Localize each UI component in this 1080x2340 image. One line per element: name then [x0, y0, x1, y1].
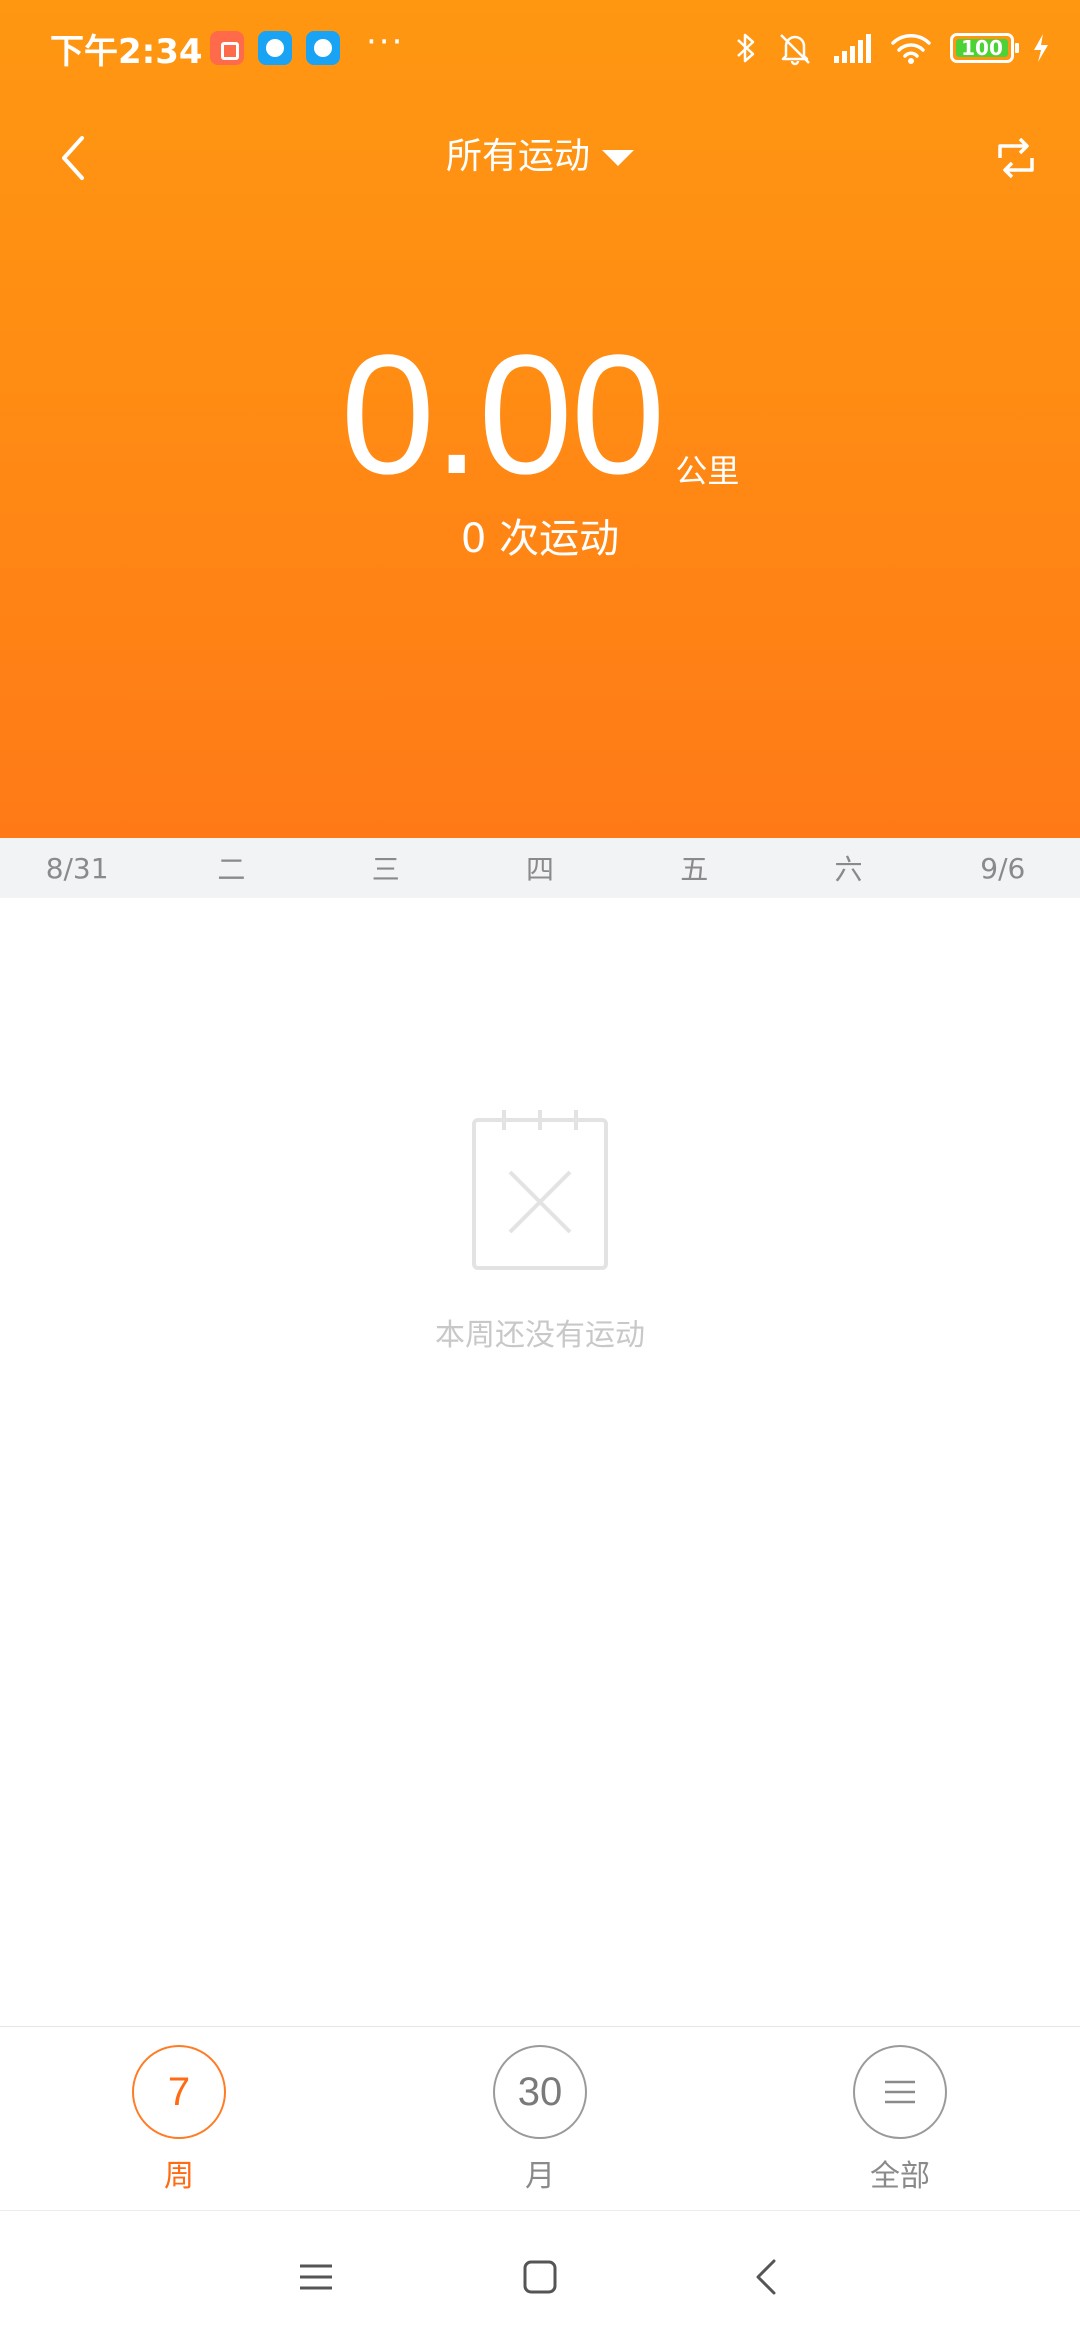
activity-type-dropdown[interactable]: 所有运动 [0, 132, 1080, 182]
menu-lines-icon [885, 2080, 915, 2104]
status-bar: 下午2:34 ··· 100 [0, 0, 1080, 96]
week-day[interactable]: 五 [617, 848, 771, 888]
week-day[interactable]: 六 [771, 848, 925, 888]
back-icon[interactable] [744, 2253, 792, 2301]
week-day[interactable]: 四 [463, 848, 617, 888]
battery-level: 100 [961, 36, 1003, 60]
chat-icon [258, 31, 292, 65]
tab-week-label: 周 [164, 2159, 194, 2194]
chat-icon [306, 31, 340, 65]
activity-type-label: 所有运动 [445, 136, 590, 177]
tab-week-badge: 7 [132, 2045, 226, 2139]
week-day[interactable]: 9/6 [926, 852, 1080, 885]
caret-down-icon [602, 150, 634, 166]
distance-unit: 公里 [675, 452, 740, 490]
week-day[interactable]: 二 [154, 848, 308, 888]
battery-icon: 100 [950, 33, 1019, 63]
tab-all-label: 全部 [870, 2159, 930, 2194]
tab-week[interactable]: 7 周 [89, 2045, 269, 2195]
status-time: 下午2:34 [50, 32, 203, 72]
wifi-icon [891, 34, 931, 64]
status-icons: 100 [734, 26, 1050, 70]
mute-icon [780, 34, 810, 66]
tab-month-label: 月 [525, 2159, 555, 2194]
empty-calendar-icon [472, 1110, 608, 1270]
empty-state-text: 本周还没有运动 [435, 1318, 645, 1353]
signal-icon [834, 34, 871, 63]
more-notifications-icon: ··· [366, 22, 405, 62]
app-notification-icon [210, 31, 244, 65]
tab-month-badge: 30 [493, 2045, 587, 2139]
home-icon[interactable] [516, 2253, 564, 2301]
period-tab-bar: 7 周 30 月 全部 [0, 2026, 1080, 2210]
week-day[interactable]: 三 [309, 848, 463, 888]
tab-all[interactable]: 全部 [810, 2045, 990, 2195]
charging-icon [1034, 34, 1048, 62]
week-day[interactable]: 8/31 [0, 852, 154, 885]
distance-value: 0.00 [340, 320, 666, 510]
week-strip: 8/31 二 三 四 五 六 9/6 [0, 838, 1080, 898]
list-icon [853, 2045, 947, 2139]
activity-count: 0 次运动 [460, 516, 620, 562]
system-navigation-bar [0, 2211, 1080, 2340]
tab-month[interactable]: 30 月 [450, 2045, 630, 2195]
distance-summary: 0.00 公里 [0, 330, 1080, 500]
recent-apps-icon[interactable] [292, 2253, 340, 2301]
repeat-icon[interactable] [992, 134, 1040, 182]
bluetooth-icon [737, 33, 755, 63]
